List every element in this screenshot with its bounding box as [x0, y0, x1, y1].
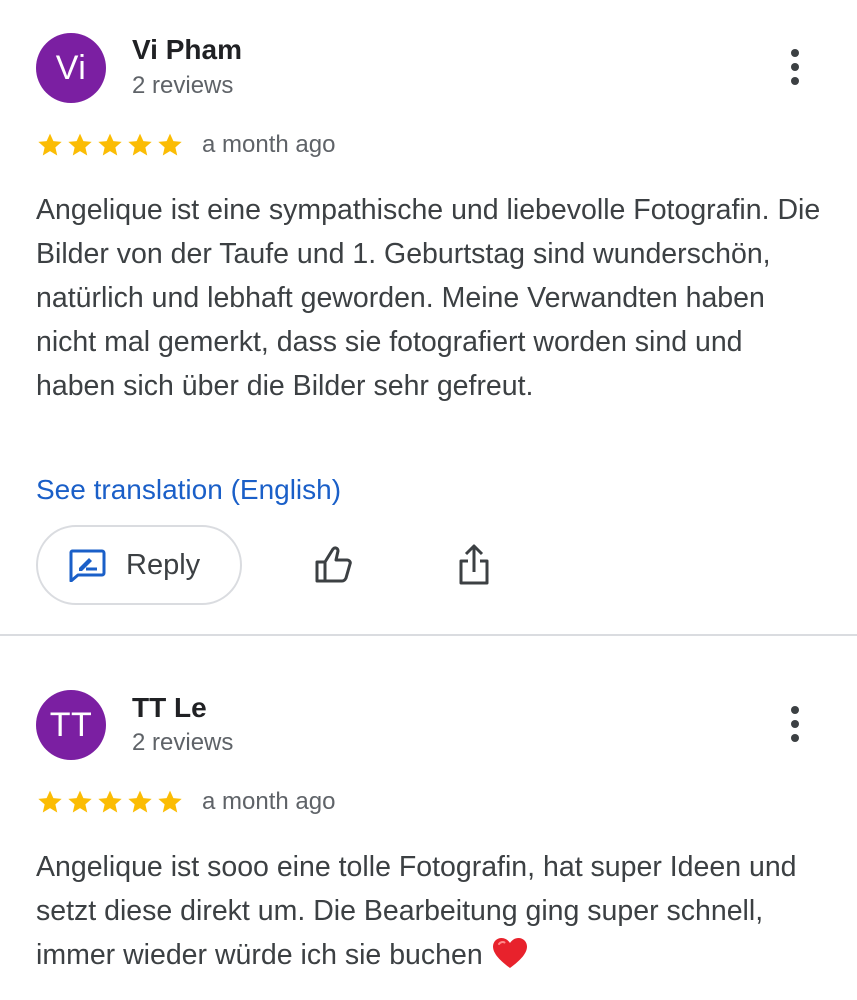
star-rating	[36, 788, 184, 816]
review-date: a month ago	[202, 788, 336, 815]
more-vert-icon-dot	[791, 63, 799, 71]
author-review-count: 2 reviews	[132, 72, 234, 99]
avatar[interactable]: Vi	[36, 33, 106, 103]
star-icon	[68, 133, 92, 156]
more-vert-icon	[791, 706, 799, 714]
rating-row: a month ago	[36, 786, 335, 818]
star-icon	[38, 133, 62, 156]
reply-label: Reply	[126, 548, 201, 581]
more-vert-icon-dot	[791, 734, 799, 742]
star-icon	[158, 790, 182, 813]
share-icon	[459, 544, 489, 585]
like-button[interactable]	[310, 541, 358, 589]
rating-row: a month ago	[36, 129, 335, 161]
see-translation-link[interactable]: See translation (English)	[36, 474, 341, 506]
more-vert-icon-dot	[791, 77, 799, 85]
star-icon	[98, 133, 122, 156]
author-name[interactable]: Vi Pham	[132, 34, 242, 66]
more-vert-icon	[791, 49, 799, 57]
star-icon	[128, 790, 152, 813]
avatar[interactable]: TT	[36, 690, 106, 760]
more-vert-icon-dot	[791, 720, 799, 728]
star-icon	[98, 790, 122, 813]
thumbs-up-icon	[315, 546, 352, 583]
more-options-button[interactable]	[780, 702, 810, 746]
review-text: Angelique ist eine sympathische und lieb…	[36, 194, 821, 402]
reply-button[interactable]: Reply	[36, 525, 242, 605]
review-card: Vi Vi Pham 2 reviews a month ago Angeliq…	[0, 0, 857, 635]
author-name[interactable]: TT Le	[132, 692, 207, 724]
reply-edit-icon	[69, 549, 106, 582]
heart-emoji-icon	[492, 938, 527, 968]
review-card: TT TT Le 2 reviews a month ago Angelique…	[0, 636, 857, 1000]
star-icon	[38, 790, 62, 813]
review-date: a month ago	[202, 131, 336, 158]
share-button[interactable]	[450, 541, 498, 589]
more-options-button[interactable]	[780, 45, 810, 89]
star-rating	[36, 131, 184, 159]
star-icon	[128, 133, 152, 156]
author-review-count: 2 reviews	[132, 729, 234, 756]
review-text: Angelique ist sooo eine tolle Fotografin…	[36, 845, 826, 977]
review-text-body: Angelique ist sooo eine tolle Fotografin…	[36, 851, 797, 971]
star-icon	[68, 790, 92, 813]
star-icon	[158, 133, 182, 156]
